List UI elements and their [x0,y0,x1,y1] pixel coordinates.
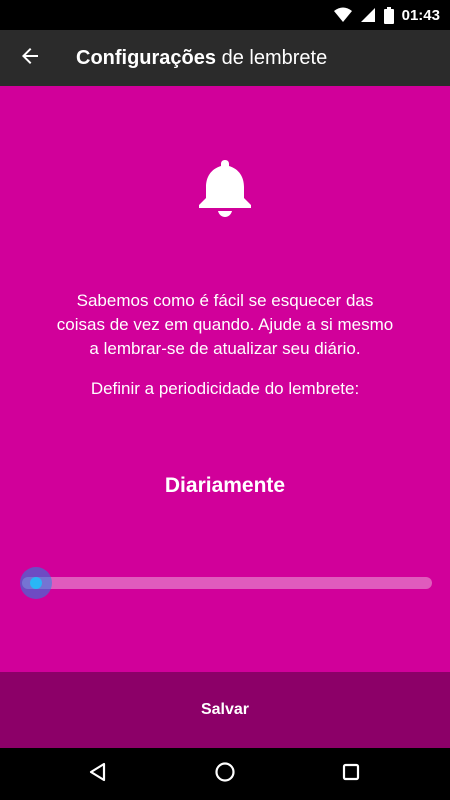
status-bar: 01:43 [0,0,450,30]
nav-home-button[interactable] [195,748,255,800]
frequency-slider-thumb-dot [30,577,42,589]
reminder-content: Sabemos como é fácil se esquecer das coi… [0,86,450,672]
page-title-rest: de lembrete [216,46,328,69]
status-time: 01:43 [401,6,440,24]
wifi-icon [333,7,352,23]
battery-icon [383,6,394,24]
save-button-label: Salvar [200,701,250,718]
home-circle-icon [214,761,236,788]
back-triangle-icon [87,761,109,788]
frequency-value: Diariamente [164,474,286,497]
recents-square-icon [341,762,361,787]
cell-signal-icon [360,7,376,23]
nav-back-button[interactable] [68,748,128,800]
page-title-bold: Configurações [76,46,217,69]
save-button[interactable]: Salvar [0,672,450,748]
periodicity-label: Definir a periodicidade do lembrete: [90,379,360,398]
reminder-description: Sabemos como é fácil se esquecer das coi… [56,291,394,358]
reminder-settings-screen: 01:43 Configurações de lembrete Sabemos … [0,0,450,800]
page-title: Configurações de lembrete [76,47,327,70]
app-bar: Configurações de lembrete [0,30,450,86]
system-nav-bar [0,748,450,800]
nav-recents-button[interactable] [321,748,381,800]
arrow-back-icon [18,44,42,73]
frequency-slider[interactable] [22,577,432,589]
bell-icon [196,158,254,218]
back-button[interactable] [0,30,60,86]
